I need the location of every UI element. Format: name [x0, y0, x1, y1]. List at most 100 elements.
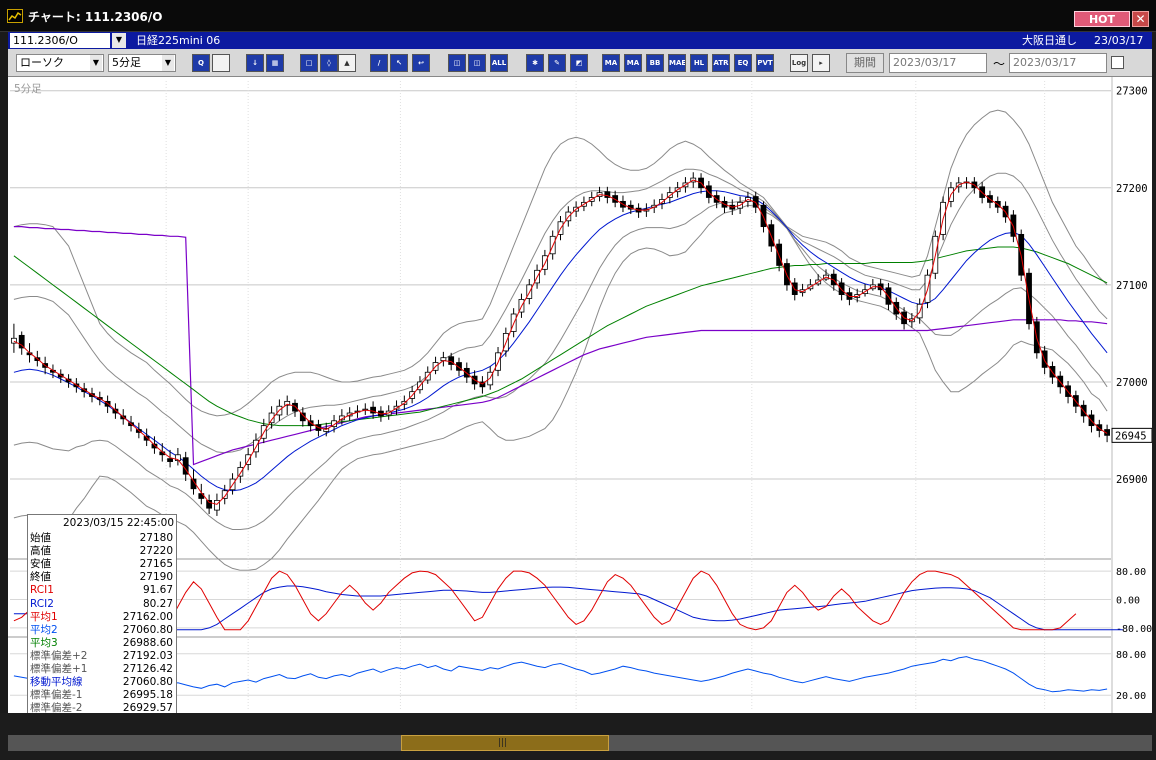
data-window-value: 27180: [139, 532, 173, 544]
chart-app-icon: [7, 9, 23, 23]
calendar-icon[interactable]: ▦: [266, 54, 284, 72]
date-from-input[interactable]: 2023/03/17: [889, 53, 987, 73]
scroll-thumb[interactable]: |||: [401, 735, 609, 751]
data-window-value: 27192.03: [122, 649, 173, 662]
down-arrow-icon[interactable]: ↓: [246, 54, 264, 72]
window-title: チャート: 111.2306/O: [28, 10, 163, 24]
all-icon[interactable]: ALL: [490, 54, 508, 72]
log-icon[interactable]: Log: [790, 54, 808, 72]
data-window-label: 標準偏差-1: [30, 689, 83, 702]
date-from-value: 2023/03/17: [893, 56, 957, 69]
data-window-label: 移動平均線: [30, 676, 83, 689]
mae-icon[interactable]: MAE: [668, 54, 686, 72]
data-window-datetime: 2023/03/15 22:45:00: [62, 517, 174, 529]
data-window-value: 27220: [139, 545, 173, 558]
interval-value: 5分足: [112, 56, 141, 69]
atr-icon[interactable]: ATR: [712, 54, 730, 72]
symbol-code-input[interactable]: 111.2306/O: [10, 33, 110, 48]
date-to-input[interactable]: 2023/03/17: [1009, 53, 1107, 73]
data-window-label: RCI2: [30, 597, 54, 610]
hot-button[interactable]: HOT: [1074, 11, 1130, 27]
rci2-line: [13, 585, 1123, 631]
close-button[interactable]: ✕: [1132, 11, 1149, 27]
candle-body: [838, 282, 845, 295]
y-tick-label: 27200: [1116, 183, 1148, 195]
data-window-value: 27060.80: [122, 623, 173, 636]
data-window-label: 終値: [30, 571, 51, 584]
chart-type-value: ローソク: [20, 56, 64, 69]
hl-icon[interactable]: HL: [690, 54, 708, 72]
chart-type-select[interactable]: ローソク ▼: [16, 54, 104, 72]
interval-select[interactable]: 5分足 ▼: [108, 54, 176, 72]
symbol-bar: 111.2306/O ▼ 日経225mini 06 大阪日通し 23/03/17: [8, 32, 1152, 49]
data-window-value: 27126.42: [122, 663, 173, 675]
date-to-value: 2023/03/17: [1013, 56, 1077, 69]
grip-icon: |||: [498, 738, 508, 748]
candle-body: [167, 458, 173, 462]
box-icon[interactable]: ◫: [448, 54, 466, 72]
data-window-label: RCI1: [30, 584, 54, 597]
data-window-value: 91.67: [142, 584, 173, 597]
symbol-name: 日経225mini 06: [136, 34, 221, 47]
data-window-label: 始値: [30, 532, 51, 544]
chevron-down-icon: ▼: [162, 55, 174, 71]
data-window-label: 平均3: [30, 636, 58, 649]
zoom-icon[interactable]: Q: [192, 54, 210, 72]
data-window-value: 26995.18: [122, 689, 173, 702]
data-window-label: 標準偏差+2: [30, 649, 88, 662]
data-window-label: 平均2: [30, 623, 58, 636]
stamp-icon[interactable]: □: [300, 54, 318, 72]
vwap-line: [13, 226, 1108, 466]
candle-body: [292, 402, 298, 412]
data-window-label: 高値: [30, 545, 51, 558]
candle-body: [705, 185, 712, 198]
moving-average-3-line: [13, 246, 1108, 427]
indicator-icon[interactable]: MA: [602, 54, 620, 72]
brush-icon[interactable]: ✎: [548, 54, 566, 72]
data-window-value: 27060.80: [122, 676, 173, 689]
data-window-label: 標準偏差+1: [30, 663, 88, 675]
session-label: 大阪日通し: [1022, 34, 1077, 47]
pvt-icon[interactable]: PVT: [756, 54, 774, 72]
data-window-value: 27162.00: [122, 610, 173, 623]
rci-tick-label: 80.00: [1116, 567, 1146, 578]
rci-tick-label: 0.00: [1116, 596, 1140, 607]
y-tick-label: 26900: [1116, 474, 1148, 486]
chart-area[interactable]: 2730027200271002700026900269451414/16:30…: [8, 77, 1152, 749]
window-frame: [1152, 32, 1156, 732]
data-window-label: 平均1: [30, 610, 58, 623]
y-tick-label: 27300: [1116, 86, 1148, 98]
price-chart-svg[interactable]: 2730027200271002700026900269451414/16:30…: [8, 77, 1152, 713]
mountain-icon[interactable]: ▲: [338, 54, 356, 72]
double-box-icon[interactable]: ◫: [468, 54, 486, 72]
date-range-separator: ～: [993, 57, 1006, 71]
bar-grid-icon[interactable]: [212, 54, 230, 72]
palette-icon[interactable]: ◩: [570, 54, 588, 72]
title-bar: チャート: 111.2306/O HOT ✕: [0, 0, 1156, 32]
exit-icon[interactable]: ▸: [812, 54, 830, 72]
back-icon[interactable]: ↩: [412, 54, 430, 72]
data-window-label: 安値: [30, 558, 51, 571]
ma-icon[interactable]: MA: [624, 54, 642, 72]
interval-watermark: 5分足: [14, 83, 42, 95]
time-scrollbar[interactable]: |||: [8, 735, 1152, 751]
bb-icon[interactable]: BB: [646, 54, 664, 72]
pointer-icon[interactable]: ↖: [390, 54, 408, 72]
y-tick-label: 27100: [1116, 280, 1148, 292]
pen-icon[interactable]: /: [370, 54, 388, 72]
bottom-bar: |||: [0, 713, 1156, 760]
data-window-value: 27190: [139, 571, 173, 584]
bollinger-upper-2-line: [13, 109, 1108, 417]
current-price-label: 26945: [1115, 430, 1147, 442]
split-icon[interactable]: ◊: [320, 54, 338, 72]
gear-icon[interactable]: ✱: [526, 54, 544, 72]
rsi-line: [13, 656, 1108, 693]
toolbar: ローソク ▼ 5分足 ▼ 期間 2023/03/17 ～ 2023/03/17 …: [8, 49, 1152, 77]
eq-icon[interactable]: EQ: [734, 54, 752, 72]
data-window-value: 26988.60: [122, 636, 173, 649]
period-button[interactable]: 期間: [846, 53, 884, 73]
bollinger-lower-2-line: [13, 204, 1108, 571]
chevron-down-icon[interactable]: ▼: [112, 33, 126, 48]
date-checkbox[interactable]: [1111, 56, 1124, 69]
session-date: 23/03/17: [1094, 34, 1144, 47]
